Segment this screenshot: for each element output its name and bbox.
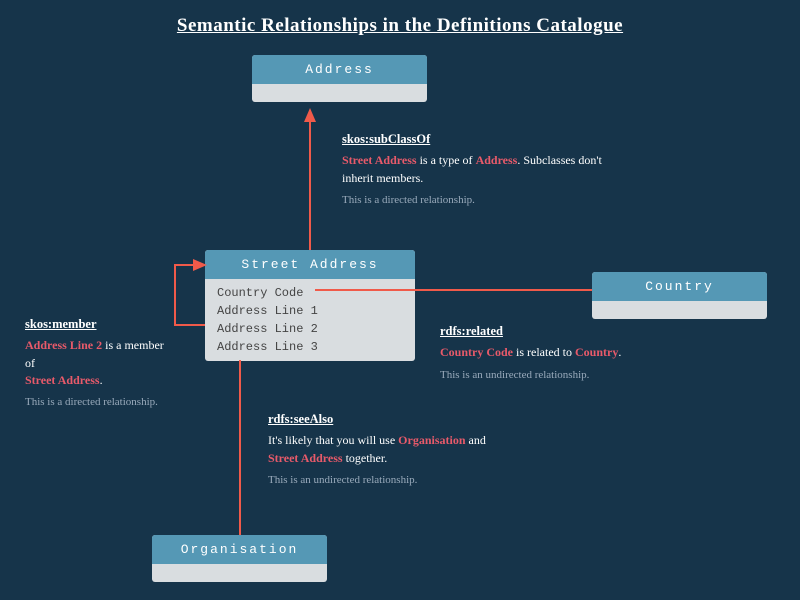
- node-country-header: Country: [592, 272, 767, 301]
- node-country: Country: [592, 272, 767, 319]
- label-related-desc: Country Code is related to Country.: [440, 344, 700, 361]
- label-seealso-desc: It's likely that you will use Organisati…: [268, 432, 488, 467]
- arrow-member: [175, 265, 205, 325]
- label-member-title: skos:member: [25, 315, 175, 333]
- diagram-title: Semantic Relationships in the Definition…: [0, 0, 800, 37]
- label-subclassof: skos:subClassOf Street Address is a type…: [342, 130, 602, 209]
- label-seealso: rdfs:seeAlso It's likely that you will u…: [268, 410, 488, 489]
- node-street-header: Street Address: [205, 250, 415, 279]
- label-related: rdfs:related Country Code is related to …: [440, 322, 700, 383]
- street-item: Address Line 3: [217, 338, 403, 356]
- node-street-address: Street Address Country Code Address Line…: [205, 250, 415, 361]
- label-subclassof-note: This is a directed relationship.: [342, 194, 475, 206]
- node-address-header: Address: [252, 55, 427, 84]
- label-member-note: This is a directed relationship.: [25, 396, 158, 408]
- node-street-body: Country Code Address Line 1 Address Line…: [205, 279, 415, 361]
- label-seealso-note: This is an undirected relationship.: [268, 474, 417, 486]
- label-member: skos:member Address Line 2 is a member o…: [25, 315, 175, 411]
- node-address: Address: [252, 55, 427, 102]
- street-item: Address Line 2: [217, 320, 403, 338]
- label-member-desc: Address Line 2 is a member of Street Add…: [25, 337, 175, 389]
- label-subclassof-desc: Street Address is a type of Address. Sub…: [342, 152, 602, 187]
- label-related-title: rdfs:related: [440, 322, 700, 340]
- node-organisation: Organisation: [152, 535, 327, 582]
- street-item: Address Line 1: [217, 302, 403, 320]
- node-organisation-header: Organisation: [152, 535, 327, 564]
- label-seealso-title: rdfs:seeAlso: [268, 410, 488, 428]
- street-item: Country Code: [217, 284, 403, 302]
- label-related-note: This is an undirected relationship.: [440, 369, 589, 381]
- label-subclassof-title: skos:subClassOf: [342, 130, 602, 148]
